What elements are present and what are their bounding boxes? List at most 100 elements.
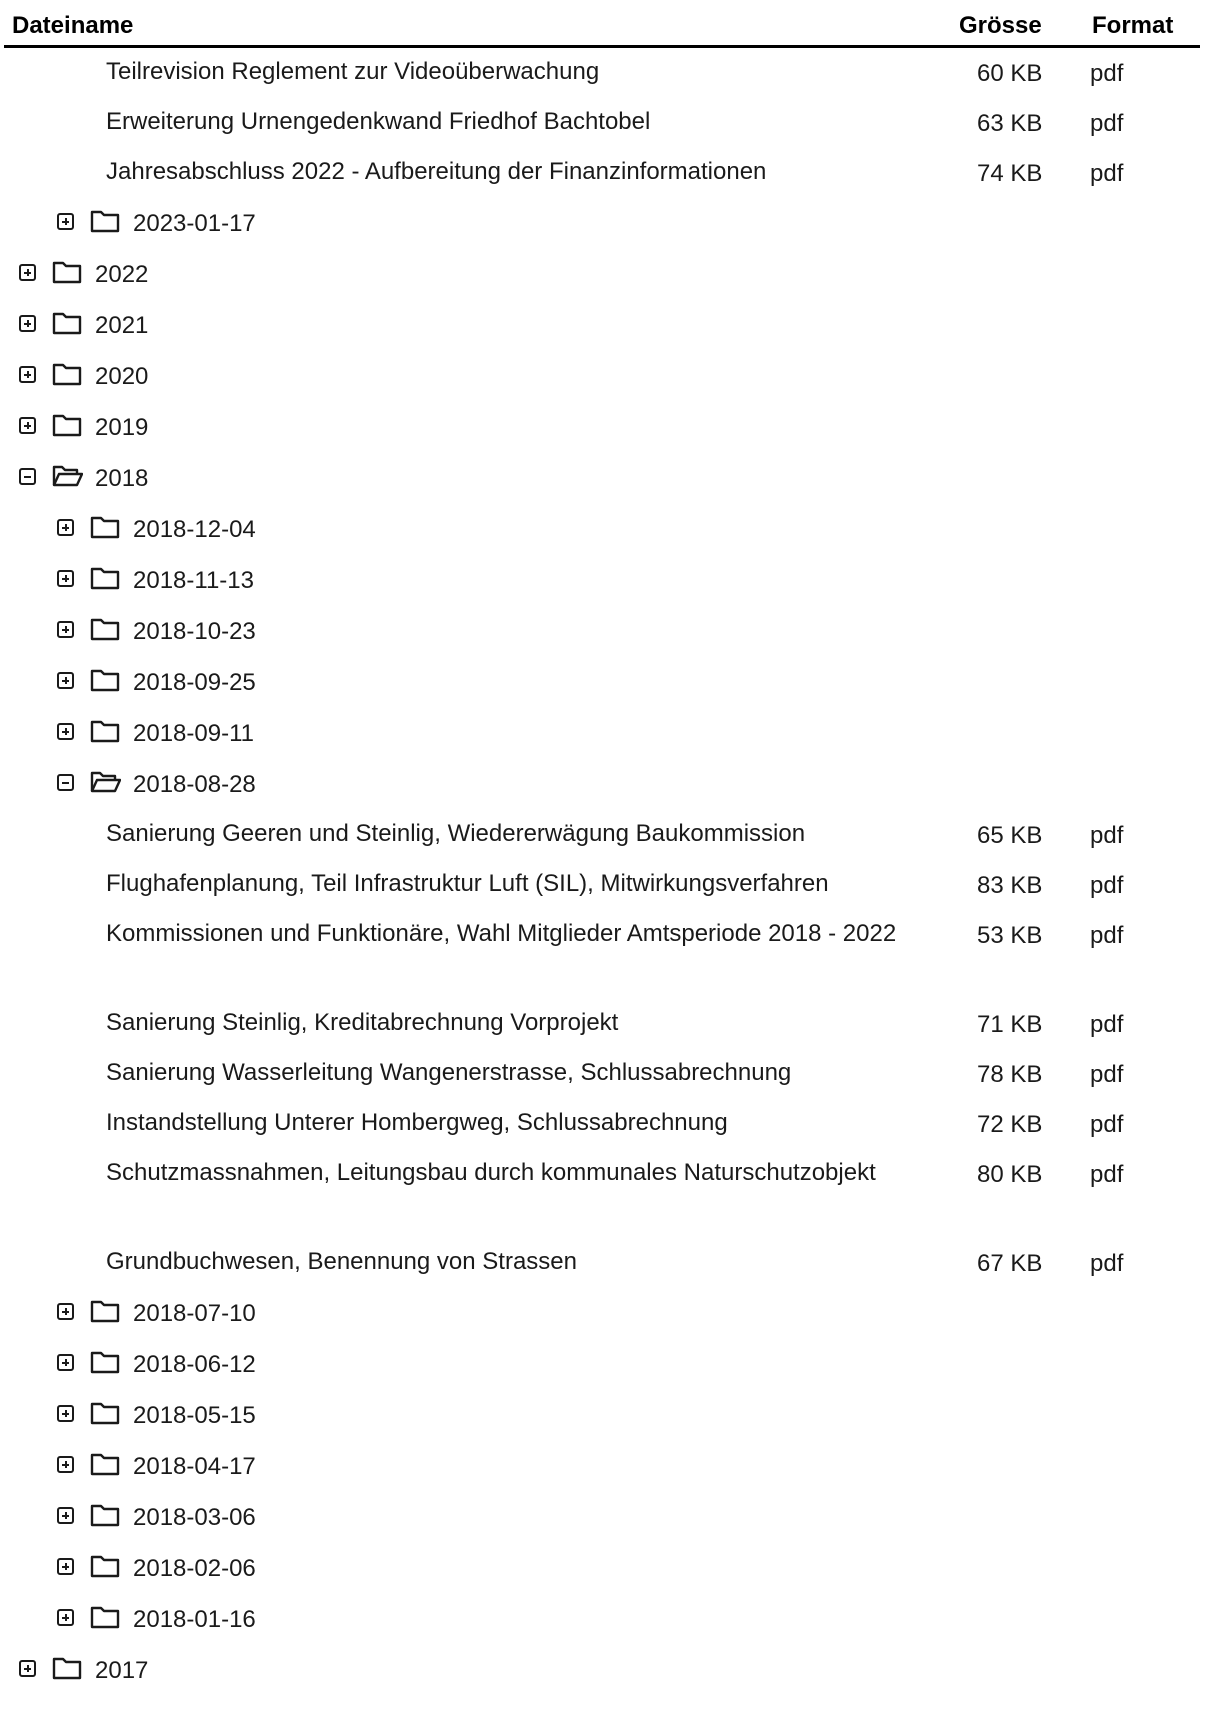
folder-label[interactable]: 2018-11-13 <box>133 567 254 595</box>
file-name-link[interactable]: Jahresabschluss 2022 - Aufbereitung der … <box>106 153 926 191</box>
folder-row[interactable]: 2018-12-04 <box>0 504 1200 555</box>
column-header-format[interactable]: Format <box>1092 12 1173 40</box>
file-format: pdf <box>1090 922 1124 949</box>
expand-icon[interactable] <box>57 1303 74 1320</box>
folder-row[interactable]: 2019 <box>0 402 1200 453</box>
file-size: 60 KB <box>977 60 1043 87</box>
folder-label[interactable]: 2018-07-10 <box>133 1300 256 1328</box>
folder-label[interactable]: 2018-01-16 <box>133 1606 256 1634</box>
expand-icon[interactable] <box>57 570 74 587</box>
folder-row[interactable]: 2018-11-13 <box>0 555 1200 606</box>
file-size: 78 KB <box>977 1061 1043 1088</box>
folder-label[interactable]: 2018-08-28 <box>133 771 256 799</box>
file-size: 65 KB <box>977 822 1043 849</box>
folder-label[interactable]: 2018-10-23 <box>133 618 256 646</box>
file-name-link[interactable]: Sanierung Wasserleitung Wangenerstrasse,… <box>106 1054 926 1092</box>
folder-icon <box>89 515 121 539</box>
file-row[interactable]: Erweiterung Urnengedenkwand Friedhof Bac… <box>0 98 1200 148</box>
file-name-link[interactable]: Grundbuchwesen, Benennung von Strassen <box>106 1243 926 1281</box>
folder-open-icon <box>51 464 84 488</box>
folder-row[interactable]: 2017 <box>0 1645 1200 1696</box>
folder-label[interactable]: 2017 <box>95 1657 148 1685</box>
file-row[interactable]: Grundbuchwesen, Benennung von Strassen 67… <box>0 1238 1200 1288</box>
folder-icon <box>51 260 83 284</box>
file-row[interactable]: Sanierung Geeren und Steinlig, Wiedererw… <box>0 810 1200 860</box>
folder-row[interactable]: 2018-07-10 <box>0 1288 1200 1339</box>
file-row[interactable]: Flughafenplanung, Teil Infrastruktur Luf… <box>0 860 1200 910</box>
expand-icon[interactable] <box>57 672 74 689</box>
folder-label[interactable]: 2022 <box>95 261 148 289</box>
expand-icon[interactable] <box>57 1405 74 1422</box>
folder-row[interactable]: 2018-03-06 <box>0 1492 1200 1543</box>
expand-icon[interactable] <box>57 519 74 536</box>
collapse-icon[interactable] <box>19 468 36 485</box>
expand-icon[interactable] <box>57 1558 74 1575</box>
file-name-link[interactable]: Erweiterung Urnengedenkwand Friedhof Bac… <box>106 103 926 141</box>
expand-icon[interactable] <box>57 213 74 230</box>
folder-row[interactable]: 2018-02-06 <box>0 1543 1200 1594</box>
folder-label[interactable]: 2018-12-04 <box>133 516 256 544</box>
expand-icon[interactable] <box>57 1354 74 1371</box>
folder-row[interactable]: 2018-08-28 <box>0 759 1200 810</box>
file-format: pdf <box>1090 60 1124 87</box>
expand-icon[interactable] <box>19 315 36 332</box>
folder-label[interactable]: 2018 <box>95 465 148 493</box>
file-row[interactable]: Kommissionen und Funktionäre, Wahl Mitgl… <box>0 910 1200 999</box>
expand-icon[interactable] <box>57 621 74 638</box>
folder-row[interactable]: 2018-04-17 <box>0 1441 1200 1492</box>
file-name-link[interactable]: Flughafenplanung, Teil Infrastruktur Luf… <box>106 865 926 903</box>
folder-label[interactable]: 2019 <box>95 414 148 442</box>
expand-icon[interactable] <box>19 1660 36 1677</box>
folder-row[interactable]: 2018 <box>0 453 1200 504</box>
file-row[interactable]: Instandstellung Unterer Hombergweg, Schl… <box>0 1099 1200 1149</box>
expand-icon[interactable] <box>19 366 36 383</box>
folder-icon <box>89 719 121 743</box>
file-row[interactable]: Sanierung Wasserleitung Wangenerstrasse,… <box>0 1049 1200 1099</box>
folder-label[interactable]: 2018-09-11 <box>133 720 254 748</box>
folder-icon <box>51 311 83 335</box>
file-name-link[interactable]: Schutzmassnahmen, Leitungsbau durch komm… <box>106 1154 926 1192</box>
expand-icon[interactable] <box>57 723 74 740</box>
folder-label[interactable]: 2021 <box>95 312 148 340</box>
file-name-link[interactable]: Teilrevision Reglement zur Videoüberwach… <box>106 53 926 91</box>
expand-icon[interactable] <box>19 417 36 434</box>
file-format: pdf <box>1090 1250 1124 1277</box>
folder-row[interactable]: 2023-01-17 <box>0 198 1200 249</box>
file-row[interactable]: Teilrevision Reglement zur Videoüberwach… <box>0 48 1200 98</box>
folder-label[interactable]: 2018-06-12 <box>133 1351 256 1379</box>
column-header-filename[interactable]: Dateiname <box>12 12 133 40</box>
column-header-size[interactable]: Grösse <box>959 12 1042 40</box>
file-size: 53 KB <box>977 922 1043 949</box>
file-format: pdf <box>1090 1011 1124 1038</box>
folder-row[interactable]: 2018-10-23 <box>0 606 1200 657</box>
expand-icon[interactable] <box>19 264 36 281</box>
file-format: pdf <box>1090 160 1124 187</box>
folder-row[interactable]: 2018-01-16 <box>0 1594 1200 1645</box>
folder-label[interactable]: 2018-04-17 <box>133 1453 256 1481</box>
folder-row[interactable]: 2018-09-11 <box>0 708 1200 759</box>
folder-label[interactable]: 2023-01-17 <box>133 210 256 238</box>
folder-row[interactable]: 2018-05-15 <box>0 1390 1200 1441</box>
folder-label[interactable]: 2018-02-06 <box>133 1555 256 1583</box>
file-name-link[interactable]: Kommissionen und Funktionäre, Wahl Mitgl… <box>106 915 926 953</box>
file-row[interactable]: Schutzmassnahmen, Leitungsbau durch komm… <box>0 1149 1200 1238</box>
expand-icon[interactable] <box>57 1456 74 1473</box>
file-row[interactable]: Sanierung Steinlig, Kreditabrechnung Vor… <box>0 999 1200 1049</box>
folder-row[interactable]: 2021 <box>0 300 1200 351</box>
folder-row[interactable]: 2018-09-25 <box>0 657 1200 708</box>
file-name-link[interactable]: Sanierung Geeren und Steinlig, Wiedererw… <box>106 815 926 853</box>
file-name-link[interactable]: Sanierung Steinlig, Kreditabrechnung Vor… <box>106 1004 926 1042</box>
folder-label[interactable]: 2020 <box>95 363 148 391</box>
folder-label[interactable]: 2018-09-25 <box>133 669 256 697</box>
folder-row[interactable]: 2022 <box>0 249 1200 300</box>
folder-label[interactable]: 2018-03-06 <box>133 1504 256 1532</box>
expand-icon[interactable] <box>57 1507 74 1524</box>
folder-row[interactable]: 2018-06-12 <box>0 1339 1200 1390</box>
file-format: pdf <box>1090 1111 1124 1138</box>
file-row[interactable]: Jahresabschluss 2022 - Aufbereitung der … <box>0 148 1200 198</box>
file-name-link[interactable]: Instandstellung Unterer Hombergweg, Schl… <box>106 1104 926 1142</box>
collapse-icon[interactable] <box>57 774 74 791</box>
expand-icon[interactable] <box>57 1609 74 1626</box>
folder-row[interactable]: 2020 <box>0 351 1200 402</box>
folder-label[interactable]: 2018-05-15 <box>133 1402 256 1430</box>
